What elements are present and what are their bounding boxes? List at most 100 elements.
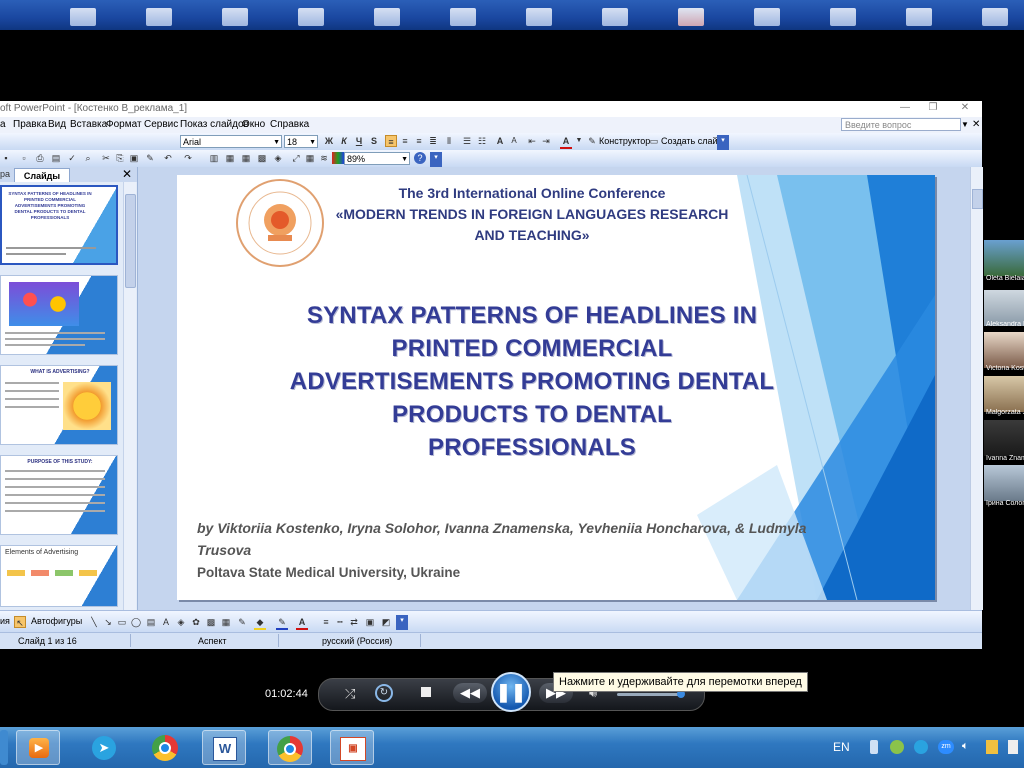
dash-style-icon[interactable]: ┅	[334, 616, 346, 628]
rectangle-icon[interactable]: ▭	[116, 616, 128, 628]
align-center-icon[interactable]: ≡	[399, 135, 411, 147]
line-style-icon[interactable]: ≡	[320, 616, 332, 628]
menu-help[interactable]: Справка	[270, 117, 309, 133]
scroll-thumb[interactable]	[972, 189, 983, 209]
volume-slider[interactable]	[617, 693, 683, 696]
menu-edit[interactable]: Правка	[13, 117, 47, 133]
usb-icon[interactable]	[870, 740, 878, 754]
font-color-icon[interactable]: A	[560, 135, 572, 149]
start-button-edge[interactable]	[0, 730, 8, 765]
menu-view[interactable]: Вид	[48, 117, 66, 133]
help-search-input[interactable]: Введите вопрос	[841, 118, 961, 131]
save-icon[interactable]: ▪	[0, 152, 12, 164]
shadow-icon[interactable]: S	[368, 135, 380, 147]
taskbar-chrome-profile[interactable]	[268, 730, 312, 765]
repeat-icon[interactable]: ↻	[375, 684, 393, 702]
rewind-icon[interactable]: ◀◀	[453, 683, 487, 703]
increase-indent-icon[interactable]: ⇥	[540, 135, 552, 147]
numbering-icon[interactable]: ☰	[461, 135, 473, 147]
expand-icon[interactable]: ⤢	[290, 152, 302, 164]
format-painter-icon[interactable]: ✎	[144, 152, 156, 164]
desktop-icon[interactable]	[298, 8, 324, 26]
maximize-icon[interactable]: ❐	[926, 102, 940, 114]
autoshapes-menu[interactable]: Автофигуры	[31, 615, 82, 628]
textbox-icon[interactable]: ▤	[145, 616, 157, 628]
italic-icon[interactable]: К	[338, 135, 350, 147]
pane-scrollbar[interactable]	[123, 182, 136, 610]
new-slide-icon[interactable]: ▭	[648, 135, 660, 147]
diagram-icon[interactable]: ◈	[175, 616, 187, 628]
permission-icon[interactable]: ▫	[18, 152, 30, 164]
toolbar-options-icon[interactable]: ▾	[717, 135, 729, 150]
menu-file-fragment[interactable]: а	[0, 117, 6, 133]
desktop-icon[interactable]	[450, 8, 476, 26]
input-language[interactable]: EN	[833, 740, 850, 754]
chart-icon[interactable]: ▥	[208, 152, 220, 164]
picture-icon[interactable]: ▩	[256, 152, 268, 164]
align-right-icon[interactable]: ≡	[413, 135, 425, 147]
new-slide-button[interactable]: Создать слайд	[661, 135, 723, 148]
vertical-scrollbar[interactable]	[970, 167, 983, 610]
color-grayscale-icon[interactable]	[332, 152, 344, 164]
tab-outline[interactable]: ра	[0, 169, 10, 179]
shrink-font-icon[interactable]: A	[508, 135, 520, 147]
spelling-icon[interactable]: ✓	[66, 152, 78, 164]
font-select[interactable]: Arial ▼	[180, 135, 282, 148]
desktop-icon[interactable]	[906, 8, 932, 26]
pencil-icon[interactable]: ✎	[236, 616, 248, 628]
line-color-icon[interactable]: ✎	[276, 616, 288, 630]
redo-icon[interactable]: ↷	[182, 152, 194, 164]
clipart-icon[interactable]: ✿	[190, 616, 202, 628]
notification-tray-icon[interactable]	[986, 740, 998, 754]
grow-font-icon[interactable]: A	[494, 135, 506, 147]
table-icon[interactable]: ▦	[224, 152, 236, 164]
line-icon[interactable]: ╲	[88, 616, 100, 628]
volume-tray-icon[interactable]: 🔈︎	[962, 740, 969, 753]
taskbar-chrome[interactable]	[144, 730, 188, 765]
shuffle-icon[interactable]: ⤮	[345, 686, 355, 702]
taskbar-word[interactable]: W	[202, 730, 246, 765]
select-pointer-icon[interactable]: ↖	[14, 616, 26, 628]
font-color-icon[interactable]: A	[296, 616, 308, 630]
desktop-icon[interactable]	[70, 8, 96, 26]
slide-canvas[interactable]: The 3rd International Online Conference …	[177, 175, 935, 600]
slide-thumbnail-4[interactable]: PURPOSE OF THIS STUDY:	[0, 455, 118, 535]
justify-icon[interactable]: ≣	[427, 135, 439, 147]
stop-icon[interactable]	[421, 687, 431, 697]
help-icon[interactable]: ?	[414, 152, 426, 164]
image-icon[interactable]: ▦	[220, 616, 232, 628]
wordart-icon[interactable]: A	[160, 616, 172, 628]
insert-table-icon[interactable]: ▦	[240, 152, 252, 164]
show-formatting-icon[interactable]: ≋	[318, 152, 330, 164]
participant-video[interactable]	[984, 420, 1024, 456]
telegram-tray-icon[interactable]	[914, 740, 928, 754]
slide-thumbnail-5[interactable]: Elements of Advertising	[0, 545, 118, 607]
pause-icon[interactable]: ❚❚	[491, 672, 531, 712]
taskbar-media-player[interactable]: ▶	[16, 730, 60, 765]
slide-thumbnail-1[interactable]: SYNTAX PATTERNS OF HEADLINES IN PRINTED …	[0, 185, 118, 265]
desktop-icon[interactable]	[982, 8, 1008, 26]
desktop-icon[interactable]	[374, 8, 400, 26]
picture-icon[interactable]: ▩	[205, 616, 217, 628]
cut-icon[interactable]: ✂	[100, 152, 112, 164]
shadow-style-icon[interactable]: ▣	[364, 616, 376, 628]
desktop-icon[interactable]	[222, 8, 248, 26]
undo-icon[interactable]: ↶	[162, 152, 174, 164]
tab-slides[interactable]: Слайды	[14, 168, 70, 182]
menu-window[interactable]: Окно	[242, 117, 265, 133]
participant-video[interactable]	[984, 240, 1024, 276]
fill-color-icon[interactable]: ◆	[254, 616, 266, 630]
network-app-icon[interactable]	[890, 740, 904, 754]
menu-insert[interactable]: Вставка	[70, 117, 107, 133]
toolbar-options-icon[interactable]: ▾	[430, 152, 442, 167]
desktop-icon[interactable]	[146, 8, 172, 26]
decrease-indent-icon[interactable]: ⇤	[526, 135, 538, 147]
actions-menu[interactable]: ия	[0, 615, 10, 628]
underline-icon[interactable]: Ч	[353, 135, 365, 147]
zoom-tray-icon[interactable]: zm	[938, 740, 954, 754]
grid-icon[interactable]: ▦	[304, 152, 316, 164]
designer-icon[interactable]: ✎	[586, 135, 598, 147]
toolbar-options-icon[interactable]: ▾	[396, 615, 408, 630]
slide-thumbnail-3[interactable]: WHAT IS ADVERTISING?	[0, 365, 118, 445]
font-size-select[interactable]: 18 ▼	[284, 135, 318, 148]
